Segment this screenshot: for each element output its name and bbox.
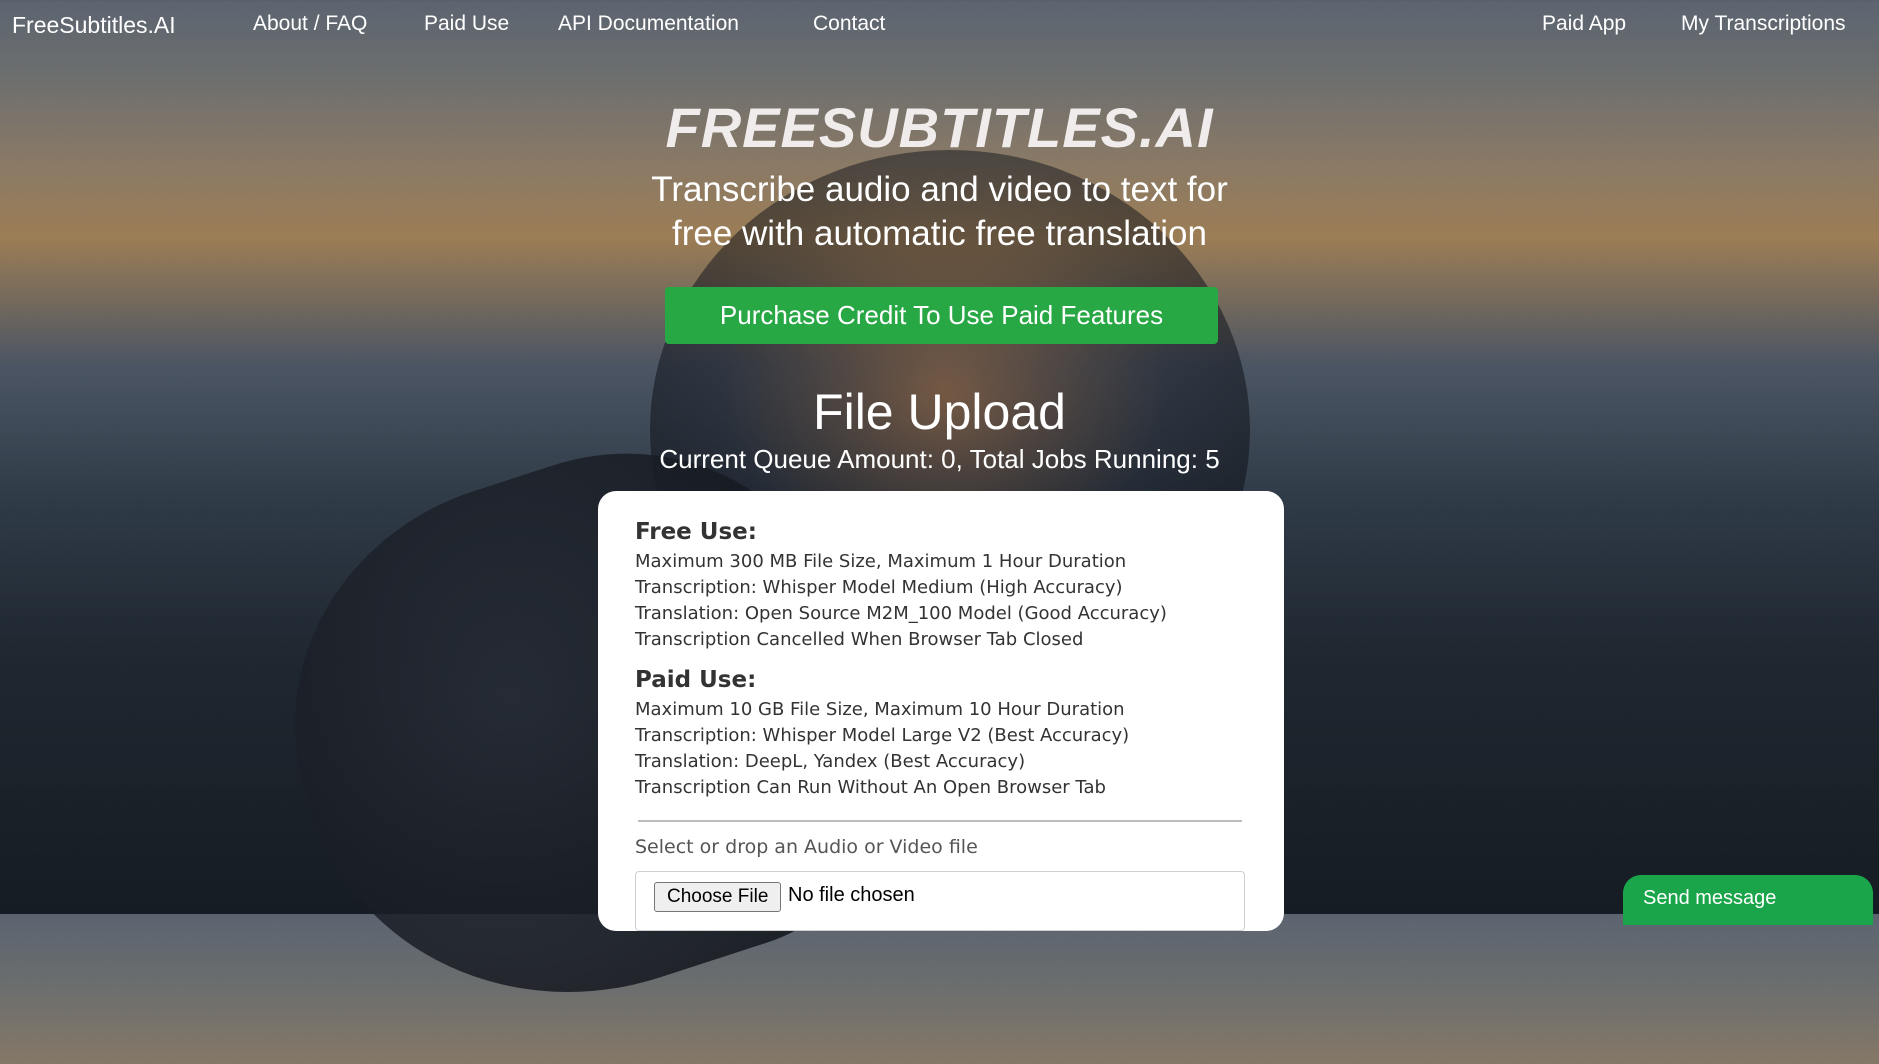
nav-my-transcriptions[interactable]: My Transcriptions <box>1681 12 1846 36</box>
nav-about-faq[interactable]: About / FAQ <box>253 12 367 36</box>
paid-use-line: Translation: DeepL, Yandex (Best Accurac… <box>635 751 1026 772</box>
file-drop-zone[interactable]: Choose File No file chosen <box>635 871 1245 931</box>
page-title: FREESUBTITLES.AI <box>665 96 1214 159</box>
card-divider <box>638 820 1242 822</box>
page-subtitle: Transcribe audio and video to text for f… <box>0 168 1879 256</box>
queue-status: Current Queue Amount: 0, Total Jobs Runn… <box>659 444 1220 474</box>
nav-api-documentation[interactable]: API Documentation <box>558 12 739 36</box>
paid-use-title: Paid Use: <box>635 667 757 693</box>
drop-file-label: Select or drop an Audio or Video file <box>635 836 978 858</box>
paid-use-line: Transcription Can Run Without An Open Br… <box>635 777 1106 798</box>
free-use-line: Transcription: Whisper Model Medium (Hig… <box>635 577 1123 598</box>
file-upload-heading: File Upload <box>813 384 1066 440</box>
nav-contact[interactable]: Contact <box>813 12 885 36</box>
upload-card: Free Use: Maximum 300 MB File Size, Maxi… <box>598 491 1284 931</box>
send-message-chat-button[interactable]: Send message <box>1623 875 1873 925</box>
paid-use-line: Maximum 10 GB File Size, Maximum 10 Hour… <box>635 699 1125 720</box>
choose-file-button[interactable]: Choose File <box>654 882 782 912</box>
paid-use-line: Transcription: Whisper Model Large V2 (B… <box>635 725 1130 746</box>
nav-paid-app[interactable]: Paid App <box>1542 12 1626 36</box>
free-use-title: Free Use: <box>635 519 757 545</box>
subtitle-line-1: Transcribe audio and video to text for <box>651 170 1228 209</box>
subtitle-line-2: free with automatic free translation <box>672 214 1207 253</box>
free-use-line: Maximum 300 MB File Size, Maximum 1 Hour… <box>635 551 1127 572</box>
purchase-credit-button[interactable]: Purchase Credit To Use Paid Features <box>665 287 1218 344</box>
no-file-chosen-text: No file chosen <box>788 884 915 906</box>
free-use-line: Transcription Cancelled When Browser Tab… <box>635 629 1084 650</box>
nav-paid-use[interactable]: Paid Use <box>424 12 509 36</box>
free-use-line: Translation: Open Source M2M_100 Model (… <box>635 603 1167 624</box>
top-navbar: FreeSubtitles.AI About / FAQ Paid Use AP… <box>0 0 1879 50</box>
brand-link[interactable]: FreeSubtitles.AI <box>12 12 176 39</box>
